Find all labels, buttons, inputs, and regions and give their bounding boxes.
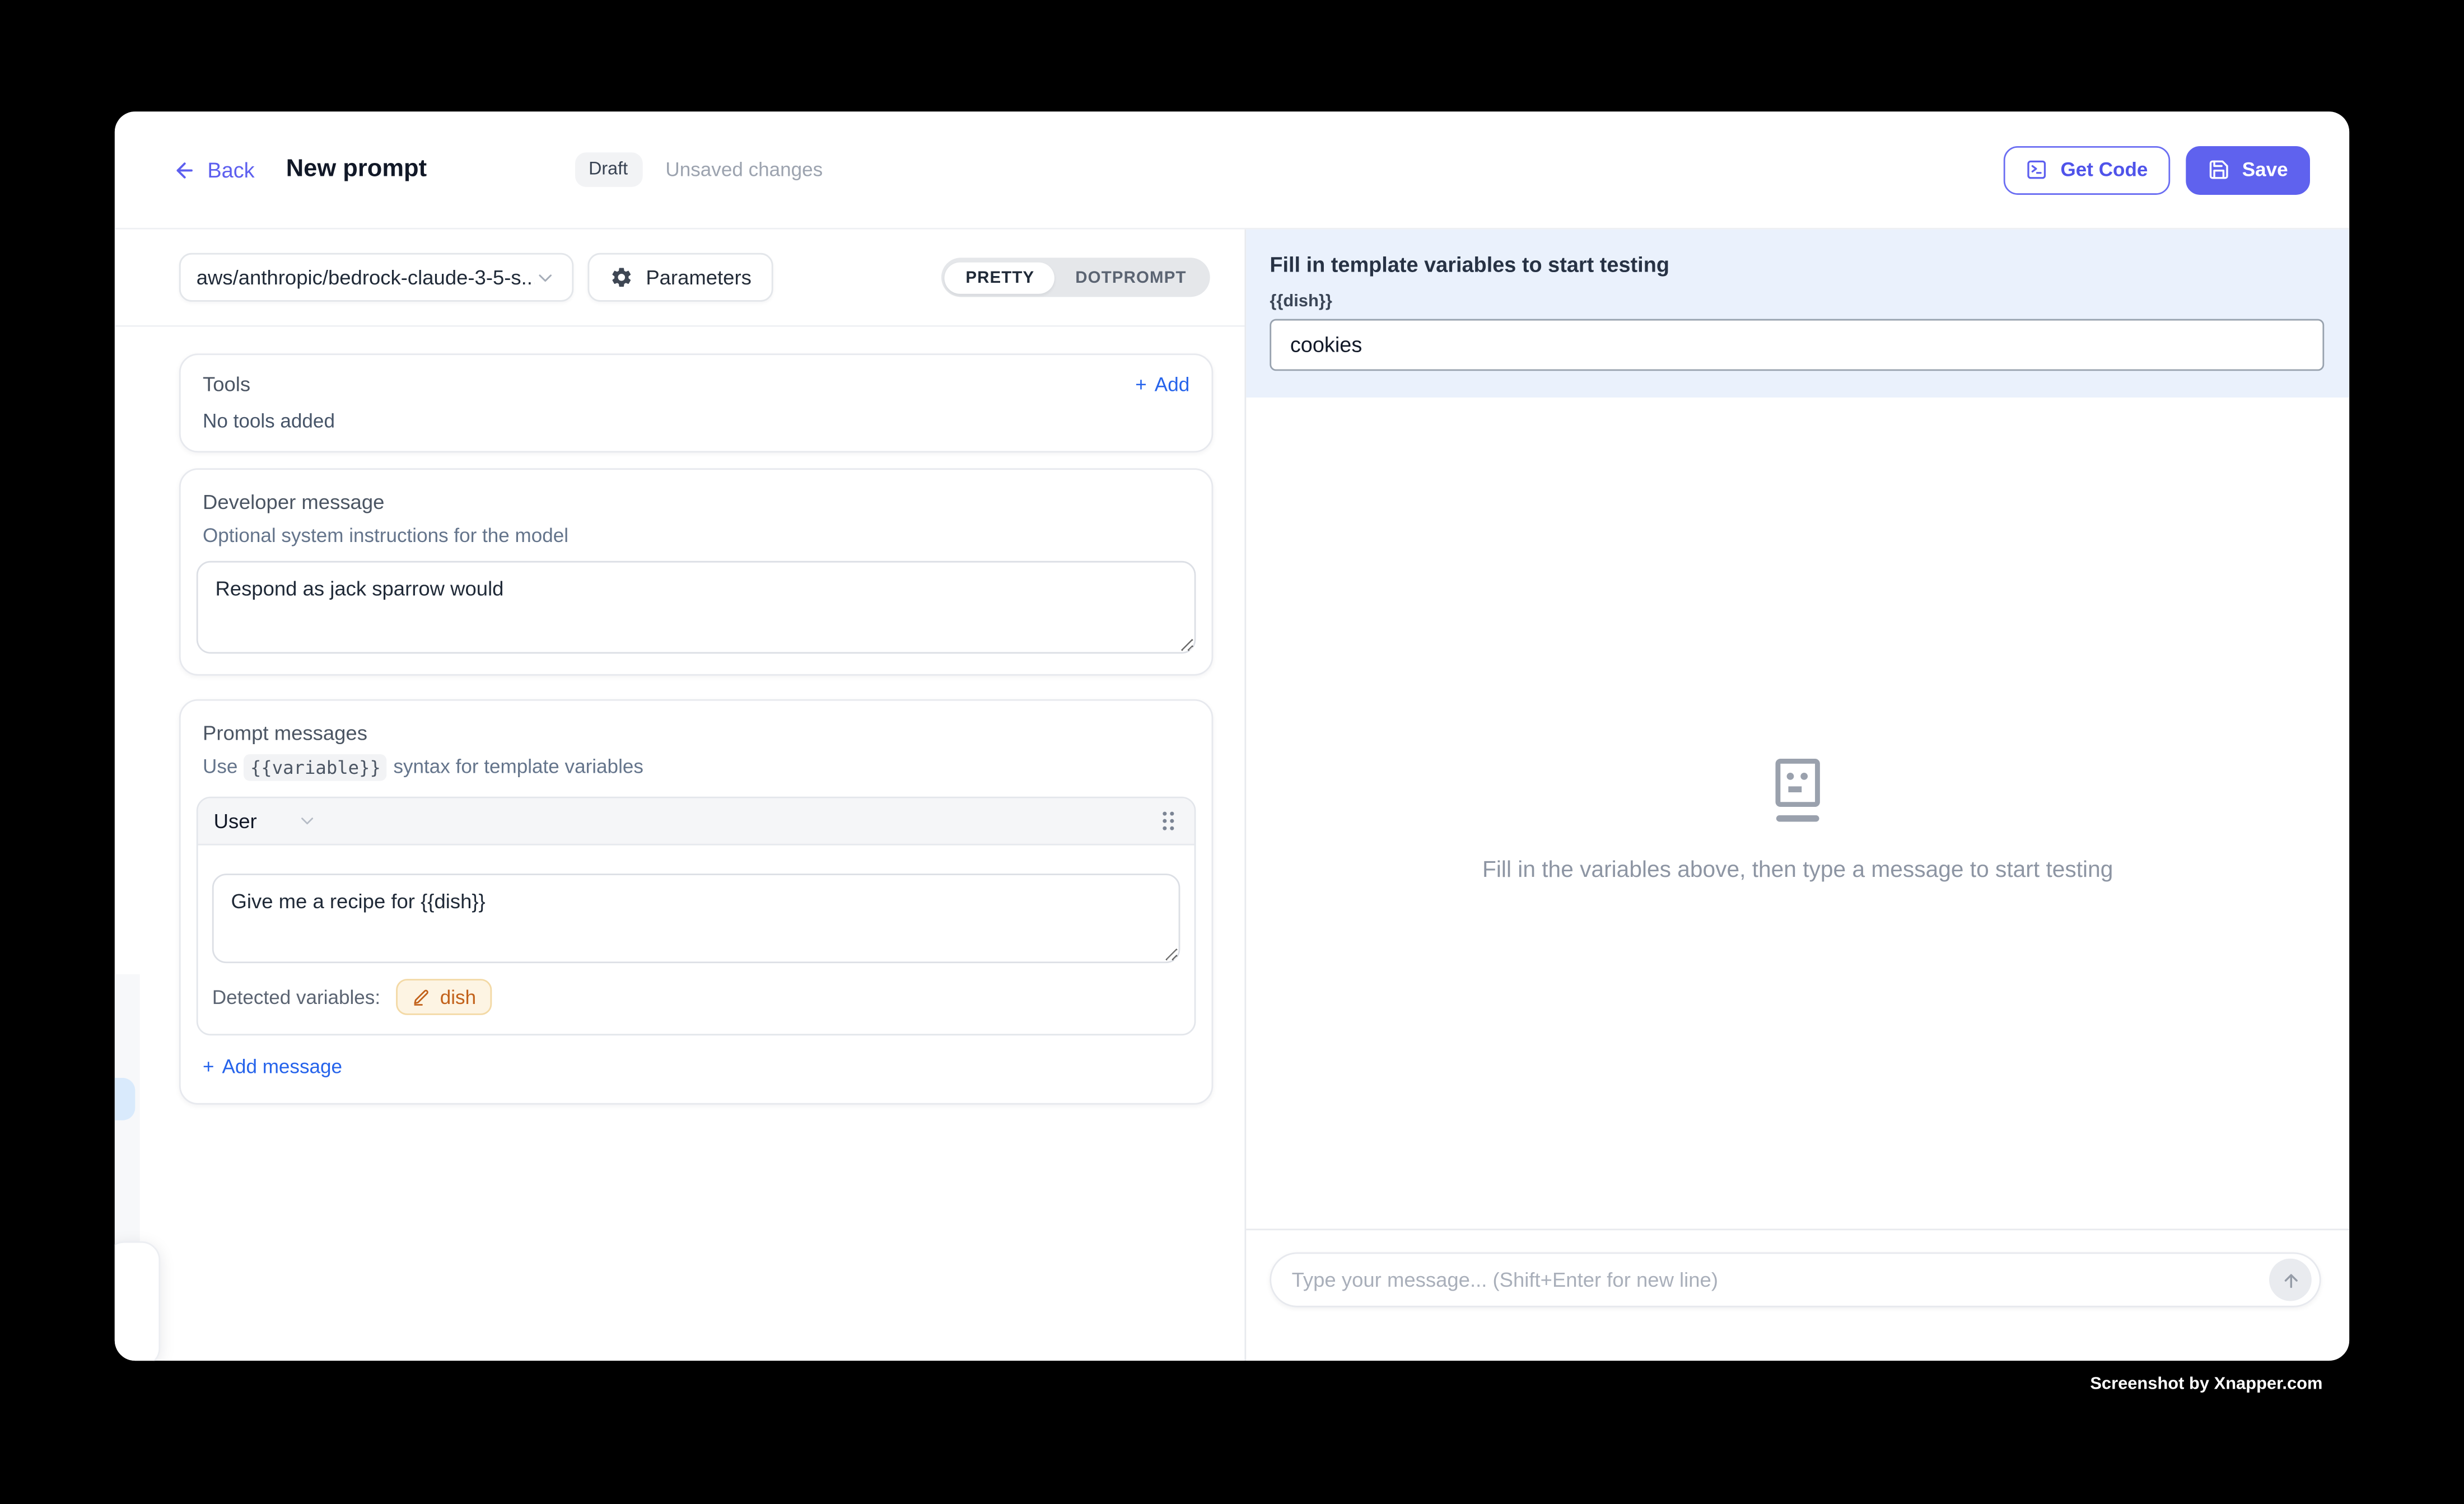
variable-chip[interactable]: dish <box>396 979 492 1015</box>
prompt-messages-card: Prompt messages Use {{variable}}syntax fo… <box>179 699 1213 1105</box>
model-select[interactable]: aws/anthropic/bedrock-claude-3-5-s... <box>179 253 573 302</box>
test-panel: Fill in template variables to start test… <box>1244 230 2349 1361</box>
chat-divider <box>1246 1229 2349 1230</box>
save-label: Save <box>2242 158 2288 180</box>
save-button[interactable]: Save <box>2186 146 2310 194</box>
test-panel-title: Fill in template variables to start test… <box>1270 253 2324 277</box>
message-body: Give me a recipe for {{dish}} <box>198 846 1194 963</box>
chat-empty-text: Fill in the variables above, then type a… <box>1246 858 2349 883</box>
chevron-down-icon <box>298 811 318 831</box>
gear-icon <box>610 265 633 289</box>
message-input-bar <box>1270 1252 2321 1307</box>
detected-variables-label: Detected variables: <box>212 986 380 1008</box>
developer-message-title: Developer message <box>203 491 1196 514</box>
prompt-messages-subtitle: Use {{variable}}syntax for template varia… <box>203 756 1196 778</box>
template-variables-section: Fill in template variables to start test… <box>1246 230 2349 398</box>
screenshot-stage: Back New prompt Draft Unsaved changes Ge… <box>0 0 2464 1503</box>
detected-variables-row: Detected variables: dish <box>198 963 1194 1034</box>
send-button[interactable] <box>2269 1259 2312 1301</box>
model-select-label: aws/anthropic/bedrock-claude-3-5-s... <box>197 265 534 289</box>
terminal-icon <box>2026 158 2048 180</box>
add-message-button[interactable]: + Add message <box>203 1056 342 1078</box>
subtitle-suffix: syntax for template variables <box>393 756 643 778</box>
robot-icon <box>1768 756 1828 825</box>
message-textarea[interactable]: Give me a recipe for {{dish}} <box>212 874 1180 963</box>
parameters-label: Parameters <box>646 265 752 289</box>
back-label: Back <box>207 158 254 181</box>
header-actions: Get Code Save <box>2004 146 2310 194</box>
variable-input-label: {{dish}} <box>1270 292 2324 311</box>
back-button[interactable]: Back <box>173 158 255 181</box>
model-bar: aws/anthropic/bedrock-claude-3-5-s... Pa… <box>115 230 1245 327</box>
corner-card <box>115 1241 160 1361</box>
toggle-pretty[interactable]: PRETTY <box>945 261 1055 293</box>
get-code-button[interactable]: Get Code <box>2004 146 2169 194</box>
message-block: User Give me a recipe for {{dish}} <box>197 797 1196 1036</box>
add-message-label: Add message <box>222 1056 342 1078</box>
view-toggle: PRETTY DOTPROMPT <box>942 258 1210 297</box>
developer-message-textarea[interactable]: Respond as jack sparrow would <box>197 561 1196 654</box>
watermark: Screenshot by Xnapper.com <box>2090 1375 2322 1394</box>
plus-icon: + <box>203 1056 214 1078</box>
variable-syntax-code: {{variable}} <box>244 754 388 781</box>
draft-badge: Draft <box>575 152 642 187</box>
get-code-label: Get Code <box>2060 158 2148 180</box>
developer-message-subtitle: Optional system instructions for the mod… <box>203 525 1196 547</box>
toggle-dotprompt[interactable]: DOTPROMPT <box>1055 261 1207 293</box>
parameters-button[interactable]: Parameters <box>587 253 773 302</box>
message-input[interactable] <box>1292 1268 2269 1292</box>
message-header: User <box>198 798 1194 846</box>
header: Back New prompt Draft Unsaved changes Ge… <box>115 111 2349 229</box>
back-arrow-icon <box>173 158 197 181</box>
developer-message-card: Developer message Optional system instru… <box>179 468 1213 675</box>
tools-title: Tools <box>203 372 250 396</box>
tools-card: Tools + Add No tools added <box>179 353 1213 452</box>
plus-icon: + <box>1135 373 1147 395</box>
role-label: User <box>214 809 257 833</box>
chat-empty-state: Fill in the variables above, then type a… <box>1246 756 2349 883</box>
role-select[interactable]: User <box>214 809 318 833</box>
pencil-icon <box>412 988 431 1007</box>
save-icon <box>2208 158 2229 180</box>
chevron-down-icon <box>534 267 556 288</box>
add-tool-button[interactable]: + Add <box>1135 373 1189 395</box>
prompt-messages-title: Prompt messages <box>203 721 1196 745</box>
editor-column: Tools + Add No tools added Developer mes… <box>115 327 1245 1361</box>
subtitle-prefix: Use <box>203 756 237 778</box>
page-title: New prompt <box>286 156 427 184</box>
variable-chip-label: dish <box>440 986 476 1008</box>
sidebar-active-item[interactable] <box>115 1078 135 1120</box>
add-tool-label: Add <box>1155 373 1189 395</box>
drag-handle[interactable] <box>1158 809 1178 833</box>
unsaved-changes-text: Unsaved changes <box>665 158 823 180</box>
app-window: Back New prompt Draft Unsaved changes Ge… <box>115 111 2349 1361</box>
tools-empty-text: No tools added <box>203 410 1189 432</box>
variable-input[interactable] <box>1270 319 2324 371</box>
up-arrow-icon <box>2279 1269 2301 1291</box>
